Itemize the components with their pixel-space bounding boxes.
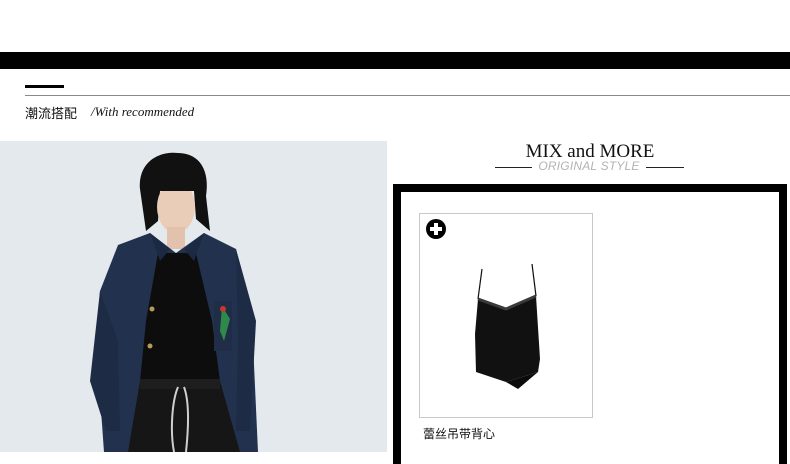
model-illustration [0,141,387,452]
model-photo [0,141,387,452]
section-divider [25,95,790,96]
mix-subtitle: ORIGINAL STYLE [538,159,640,173]
section-subtitle: /With recommended [91,104,195,119]
top-black-bar [0,52,790,69]
product-card[interactable] [419,213,593,418]
product-name[interactable]: 蕾丝吊带背心 [423,425,495,442]
mix-subtitle-line-right [646,167,684,168]
section-accent-line [25,85,64,88]
section-title: 潮流搭配 [25,107,78,122]
camisole-image [475,263,540,389]
plus-icon[interactable] [426,219,446,239]
mix-subtitle-line-left [495,167,532,168]
